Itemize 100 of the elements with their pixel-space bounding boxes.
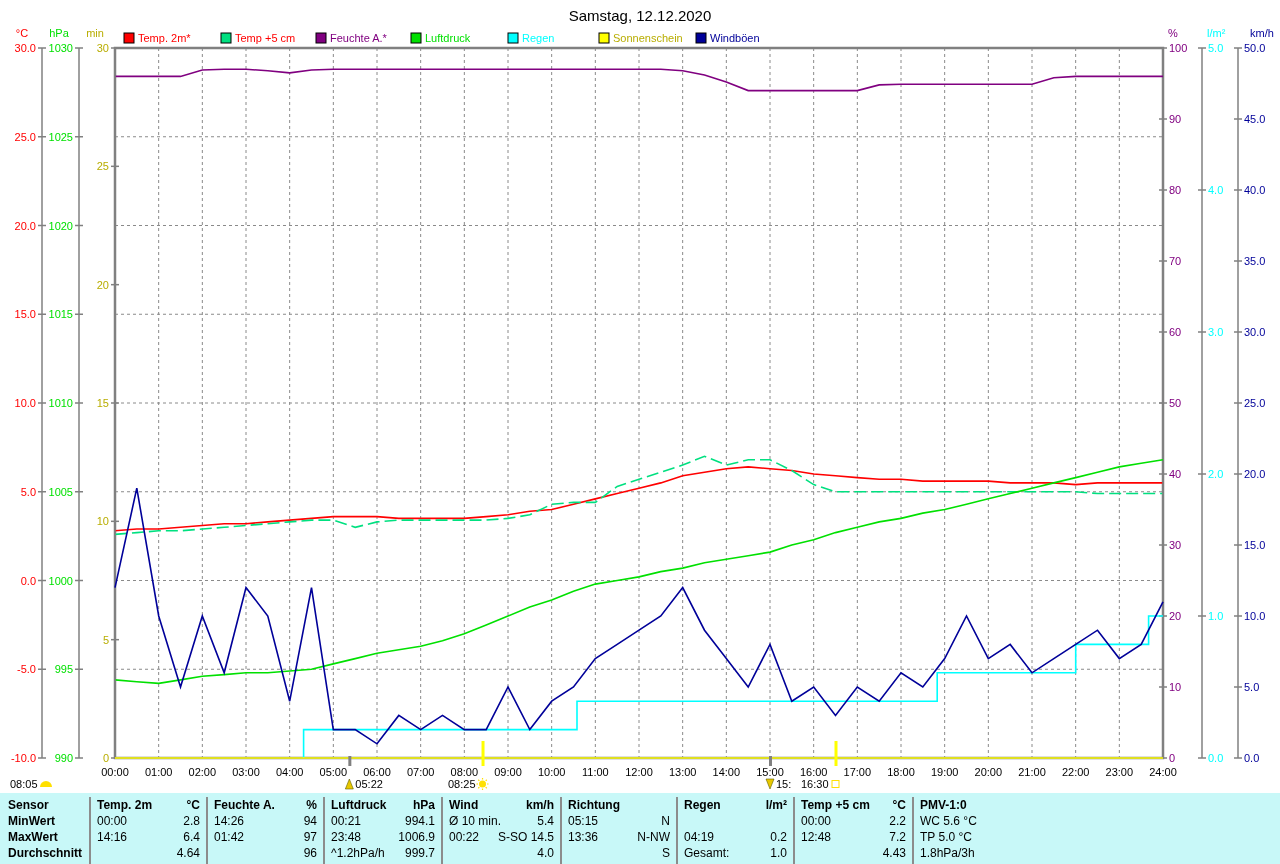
axis-label: 12:00	[625, 766, 653, 778]
axis-label: 00:00	[101, 766, 129, 778]
axis-label: 15.0	[14, 308, 36, 321]
axis-label: 02:00	[188, 766, 217, 778]
axis-label: 03:00	[232, 766, 260, 778]
axis-label: 0	[102, 752, 109, 764]
axis-label: 24:00	[1149, 766, 1177, 778]
axis-label: 60	[1169, 326, 1182, 338]
table-cell: 04:19	[684, 829, 715, 845]
table-cell: 00:00	[801, 813, 832, 829]
axis-label: 18:00	[887, 766, 915, 778]
column-header: Wind	[449, 797, 479, 813]
square-icon	[831, 780, 840, 788]
legend-label: Luftdruck	[425, 32, 471, 44]
legend-label: Temp. 2m*	[138, 32, 191, 44]
half-sun-icon	[40, 781, 52, 787]
column-header: PMV-1:0	[920, 797, 967, 813]
table-cell: 6.4	[183, 829, 200, 845]
table-cell: N	[661, 813, 670, 829]
sun-icon	[475, 777, 490, 791]
axis-label: -5.0	[17, 663, 36, 676]
axis-label: 10.0	[1244, 610, 1266, 622]
axis-label: 30.0	[14, 42, 36, 54]
arrow-down-icon	[765, 778, 775, 790]
axis-label: 80	[1169, 184, 1182, 196]
table-cell: 4.64	[176, 845, 200, 861]
table-cell: 0.2	[770, 829, 787, 845]
axis-label: 05:00	[319, 766, 348, 778]
axis-label: 20	[1169, 610, 1182, 622]
legend-label: Feuchte A.*	[330, 32, 387, 44]
legend-label: Sonnenschein	[613, 32, 683, 44]
axis-label: 40	[1169, 468, 1182, 480]
axis-label: 5	[102, 633, 109, 646]
table-cell: 13:36	[568, 829, 599, 845]
axis-label: 25	[96, 160, 109, 173]
axis-label: 20:00	[974, 766, 1003, 778]
axis-label: 30	[1169, 539, 1182, 551]
table-cell: 01:42	[214, 829, 245, 845]
column-header: Richtung	[568, 797, 620, 813]
axis-label: 1025	[48, 130, 73, 143]
table-cell: 5.4	[537, 813, 554, 829]
axis-label: 5.0	[1244, 681, 1260, 693]
axis-label: 1000	[48, 574, 73, 587]
column-header: Regen	[684, 797, 721, 813]
table-cell: 05:15	[568, 813, 599, 829]
table-cell: N-NW	[637, 829, 670, 845]
axis-label: 45.0	[1244, 113, 1266, 125]
axis-title: min	[86, 27, 104, 39]
column-header: MaxWert	[8, 829, 58, 845]
axis-label: 1005	[48, 485, 73, 498]
axis-label: -10.0	[10, 752, 36, 764]
time-label: 05:22	[355, 778, 383, 790]
axis-label: 20.0	[14, 219, 36, 232]
axis-label: 35.0	[1244, 255, 1266, 267]
axis-label: 20.0	[1244, 468, 1266, 480]
column-header: Sensor	[8, 797, 49, 813]
table-cell: 4.43	[882, 845, 906, 861]
axis-label: 2.0	[1208, 468, 1224, 480]
event-tick	[834, 741, 838, 766]
event-tick	[481, 741, 485, 766]
axis-label: 01:00	[144, 766, 173, 778]
table-cell: WC 5.6 °C	[920, 813, 977, 829]
axis-label: 07:00	[406, 766, 435, 778]
axis-label: 0.0	[20, 574, 36, 587]
column-header: Durchschnitt	[8, 845, 82, 861]
axis-label: 90	[1169, 113, 1182, 125]
axis-label: 0	[1169, 752, 1176, 764]
axis-label: 1020	[48, 219, 73, 232]
axis-label: 06:00	[363, 766, 391, 778]
axis-label: 17:00	[843, 766, 872, 778]
axis-label: 09:00	[494, 766, 522, 778]
axis-label: 50.0	[1244, 42, 1266, 54]
axis-label: 21:00	[1018, 766, 1046, 778]
table-cell: 4.0	[537, 845, 554, 861]
column-header: km/h	[526, 797, 554, 813]
table-cell: S-SO 14.5	[497, 829, 554, 845]
column-header: Luftdruck	[331, 797, 387, 813]
table-cell: 96	[303, 845, 317, 861]
axis-label: 16:00	[799, 766, 828, 778]
column-header: Temp +5 cm	[801, 797, 870, 813]
axis-title: l/m²	[1207, 27, 1226, 39]
table-cell: 14:16	[97, 829, 128, 845]
axis-title: °C	[15, 27, 29, 39]
axis-title: km/h	[1250, 27, 1274, 39]
axis-label: 10	[1169, 681, 1182, 693]
column-header: hPa	[413, 797, 435, 813]
legend-label: Windböen	[710, 32, 760, 44]
axis-label: 0.0	[1244, 752, 1260, 764]
axis-label: 23:00	[1105, 766, 1134, 778]
table-cell: S	[662, 845, 670, 861]
axis-label: 50	[1169, 397, 1182, 409]
axis-label: 70	[1169, 255, 1182, 267]
table-cell: 7.2	[889, 829, 906, 845]
axis-label: 3.0	[1208, 326, 1224, 338]
axis-title: hPa	[49, 27, 69, 39]
table-cell: 94	[303, 813, 317, 829]
axis-label: 10	[96, 515, 109, 528]
legend-label: Regen	[522, 32, 555, 44]
axis-label: 19:00	[930, 766, 959, 778]
table-cell: 00:00	[97, 813, 128, 829]
